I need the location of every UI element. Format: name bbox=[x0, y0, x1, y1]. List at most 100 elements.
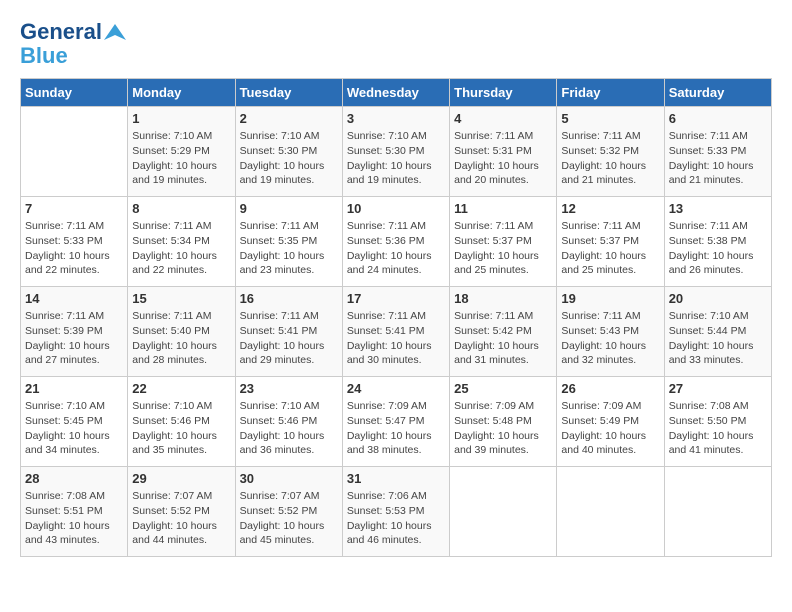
day-number: 18 bbox=[454, 291, 552, 306]
week-row-4: 21 Sunrise: 7:10 AM Sunset: 5:45 PM Dayli… bbox=[21, 377, 772, 467]
day-number: 16 bbox=[240, 291, 338, 306]
calendar-cell: 8 Sunrise: 7:11 AM Sunset: 5:34 PM Daylig… bbox=[128, 197, 235, 287]
day-number: 25 bbox=[454, 381, 552, 396]
day-info: Sunrise: 7:10 AM Sunset: 5:46 PM Dayligh… bbox=[240, 399, 338, 458]
day-number: 17 bbox=[347, 291, 445, 306]
calendar-cell: 13 Sunrise: 7:11 AM Sunset: 5:38 PM Dayli… bbox=[664, 197, 771, 287]
day-info: Sunrise: 7:09 AM Sunset: 5:48 PM Dayligh… bbox=[454, 399, 552, 458]
day-number: 15 bbox=[132, 291, 230, 306]
day-info: Sunrise: 7:11 AM Sunset: 5:31 PM Dayligh… bbox=[454, 129, 552, 188]
day-number: 12 bbox=[561, 201, 659, 216]
day-info: Sunrise: 7:10 AM Sunset: 5:46 PM Dayligh… bbox=[132, 399, 230, 458]
day-info: Sunrise: 7:11 AM Sunset: 5:33 PM Dayligh… bbox=[669, 129, 767, 188]
page-header: General Blue bbox=[20, 20, 772, 68]
day-info: Sunrise: 7:11 AM Sunset: 5:41 PM Dayligh… bbox=[240, 309, 338, 368]
calendar-cell: 31 Sunrise: 7:06 AM Sunset: 5:53 PM Dayli… bbox=[342, 467, 449, 557]
calendar-cell: 11 Sunrise: 7:11 AM Sunset: 5:37 PM Dayli… bbox=[450, 197, 557, 287]
day-number: 10 bbox=[347, 201, 445, 216]
day-number: 11 bbox=[454, 201, 552, 216]
logo: General Blue bbox=[20, 20, 126, 68]
week-row-1: 1 Sunrise: 7:10 AM Sunset: 5:29 PM Daylig… bbox=[21, 107, 772, 197]
day-info: Sunrise: 7:11 AM Sunset: 5:33 PM Dayligh… bbox=[25, 219, 123, 278]
calendar-cell: 26 Sunrise: 7:09 AM Sunset: 5:49 PM Dayli… bbox=[557, 377, 664, 467]
day-number: 31 bbox=[347, 471, 445, 486]
week-row-3: 14 Sunrise: 7:11 AM Sunset: 5:39 PM Dayli… bbox=[21, 287, 772, 377]
week-row-2: 7Sunrise: 7:11 AM Sunset: 5:33 PM Daylig… bbox=[21, 197, 772, 287]
day-info: Sunrise: 7:11 AM Sunset: 5:36 PM Dayligh… bbox=[347, 219, 445, 278]
day-number: 20 bbox=[669, 291, 767, 306]
calendar-cell: 25 Sunrise: 7:09 AM Sunset: 5:48 PM Dayli… bbox=[450, 377, 557, 467]
day-number: 6 bbox=[669, 111, 767, 126]
day-info: Sunrise: 7:11 AM Sunset: 5:41 PM Dayligh… bbox=[347, 309, 445, 368]
calendar-cell: 1 Sunrise: 7:10 AM Sunset: 5:29 PM Daylig… bbox=[128, 107, 235, 197]
day-info: Sunrise: 7:11 AM Sunset: 5:39 PM Dayligh… bbox=[25, 309, 123, 368]
calendar-cell: 10 Sunrise: 7:11 AM Sunset: 5:36 PM Dayli… bbox=[342, 197, 449, 287]
calendar-table: SundayMondayTuesdayWednesdayThursdayFrid… bbox=[20, 78, 772, 557]
day-info: Sunrise: 7:11 AM Sunset: 5:38 PM Dayligh… bbox=[669, 219, 767, 278]
calendar-cell: 24Sunrise: 7:09 AM Sunset: 5:47 PM Dayli… bbox=[342, 377, 449, 467]
calendar-cell: 6 Sunrise: 7:11 AM Sunset: 5:33 PM Daylig… bbox=[664, 107, 771, 197]
header-saturday: Saturday bbox=[664, 79, 771, 107]
calendar-cell bbox=[664, 467, 771, 557]
day-info: Sunrise: 7:11 AM Sunset: 5:35 PM Dayligh… bbox=[240, 219, 338, 278]
day-info: Sunrise: 7:11 AM Sunset: 5:32 PM Dayligh… bbox=[561, 129, 659, 188]
logo-bird-icon bbox=[104, 22, 126, 44]
calendar-cell: 27Sunrise: 7:08 AM Sunset: 5:50 PM Dayli… bbox=[664, 377, 771, 467]
logo-text: General bbox=[20, 20, 126, 44]
day-info: Sunrise: 7:09 AM Sunset: 5:49 PM Dayligh… bbox=[561, 399, 659, 458]
calendar-cell: 3 Sunrise: 7:10 AM Sunset: 5:30 PM Daylig… bbox=[342, 107, 449, 197]
day-info: Sunrise: 7:10 AM Sunset: 5:45 PM Dayligh… bbox=[25, 399, 123, 458]
day-info: Sunrise: 7:11 AM Sunset: 5:34 PM Dayligh… bbox=[132, 219, 230, 278]
day-info: Sunrise: 7:10 AM Sunset: 5:44 PM Dayligh… bbox=[669, 309, 767, 368]
day-number: 4 bbox=[454, 111, 552, 126]
calendar-cell bbox=[450, 467, 557, 557]
day-number: 22 bbox=[132, 381, 230, 396]
day-info: Sunrise: 7:11 AM Sunset: 5:37 PM Dayligh… bbox=[454, 219, 552, 278]
calendar-cell: 23Sunrise: 7:10 AM Sunset: 5:46 PM Dayli… bbox=[235, 377, 342, 467]
day-number: 14 bbox=[25, 291, 123, 306]
day-info: Sunrise: 7:11 AM Sunset: 5:37 PM Dayligh… bbox=[561, 219, 659, 278]
day-number: 30 bbox=[240, 471, 338, 486]
calendar-cell: 12 Sunrise: 7:11 AM Sunset: 5:37 PM Dayli… bbox=[557, 197, 664, 287]
calendar-cell: 2 Sunrise: 7:10 AM Sunset: 5:30 PM Daylig… bbox=[235, 107, 342, 197]
day-info: Sunrise: 7:09 AM Sunset: 5:47 PM Dayligh… bbox=[347, 399, 445, 458]
calendar-cell: 7Sunrise: 7:11 AM Sunset: 5:33 PM Daylig… bbox=[21, 197, 128, 287]
calendar-cell: 28 Sunrise: 7:08 AM Sunset: 5:51 PM Dayli… bbox=[21, 467, 128, 557]
day-number: 2 bbox=[240, 111, 338, 126]
header-wednesday: Wednesday bbox=[342, 79, 449, 107]
calendar-body: 1 Sunrise: 7:10 AM Sunset: 5:29 PM Daylig… bbox=[21, 107, 772, 557]
day-info: Sunrise: 7:11 AM Sunset: 5:42 PM Dayligh… bbox=[454, 309, 552, 368]
day-number: 9 bbox=[240, 201, 338, 216]
calendar-cell: 21 Sunrise: 7:10 AM Sunset: 5:45 PM Dayli… bbox=[21, 377, 128, 467]
header-tuesday: Tuesday bbox=[235, 79, 342, 107]
calendar-header-row: SundayMondayTuesdayWednesdayThursdayFrid… bbox=[21, 79, 772, 107]
header-thursday: Thursday bbox=[450, 79, 557, 107]
day-number: 1 bbox=[132, 111, 230, 126]
day-info: Sunrise: 7:08 AM Sunset: 5:50 PM Dayligh… bbox=[669, 399, 767, 458]
logo-blue-text: Blue bbox=[20, 44, 126, 68]
day-number: 8 bbox=[132, 201, 230, 216]
calendar-cell: 4 Sunrise: 7:11 AM Sunset: 5:31 PM Daylig… bbox=[450, 107, 557, 197]
day-number: 13 bbox=[669, 201, 767, 216]
calendar-cell: 29Sunrise: 7:07 AM Sunset: 5:52 PM Dayli… bbox=[128, 467, 235, 557]
day-number: 28 bbox=[25, 471, 123, 486]
day-info: Sunrise: 7:11 AM Sunset: 5:40 PM Dayligh… bbox=[132, 309, 230, 368]
day-info: Sunrise: 7:10 AM Sunset: 5:30 PM Dayligh… bbox=[347, 129, 445, 188]
calendar-cell: 5 Sunrise: 7:11 AM Sunset: 5:32 PM Daylig… bbox=[557, 107, 664, 197]
calendar-cell: 20 Sunrise: 7:10 AM Sunset: 5:44 PM Dayli… bbox=[664, 287, 771, 377]
day-info: Sunrise: 7:07 AM Sunset: 5:52 PM Dayligh… bbox=[240, 489, 338, 548]
day-info: Sunrise: 7:10 AM Sunset: 5:30 PM Dayligh… bbox=[240, 129, 338, 188]
calendar-cell: 17 Sunrise: 7:11 AM Sunset: 5:41 PM Dayli… bbox=[342, 287, 449, 377]
day-info: Sunrise: 7:06 AM Sunset: 5:53 PM Dayligh… bbox=[347, 489, 445, 548]
calendar-cell: 15 Sunrise: 7:11 AM Sunset: 5:40 PM Dayli… bbox=[128, 287, 235, 377]
calendar-cell bbox=[21, 107, 128, 197]
day-number: 26 bbox=[561, 381, 659, 396]
calendar-cell: 22 Sunrise: 7:10 AM Sunset: 5:46 PM Dayli… bbox=[128, 377, 235, 467]
day-number: 21 bbox=[25, 381, 123, 396]
calendar-cell: 14 Sunrise: 7:11 AM Sunset: 5:39 PM Dayli… bbox=[21, 287, 128, 377]
day-info: Sunrise: 7:10 AM Sunset: 5:29 PM Dayligh… bbox=[132, 129, 230, 188]
day-number: 5 bbox=[561, 111, 659, 126]
day-info: Sunrise: 7:08 AM Sunset: 5:51 PM Dayligh… bbox=[25, 489, 123, 548]
week-row-5: 28 Sunrise: 7:08 AM Sunset: 5:51 PM Dayli… bbox=[21, 467, 772, 557]
day-number: 3 bbox=[347, 111, 445, 126]
